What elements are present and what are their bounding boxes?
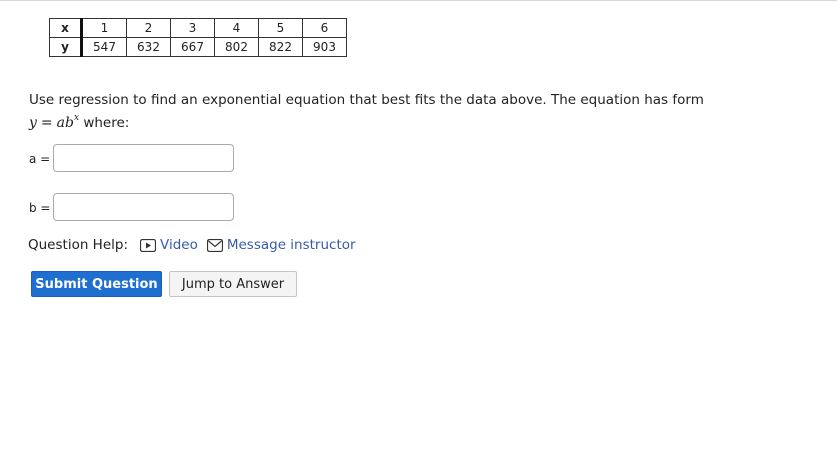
- a-input[interactable]: [53, 144, 234, 172]
- table-cell: 6: [302, 18, 347, 38]
- row-header-y: y: [49, 37, 83, 57]
- question-help-label: Question Help:: [28, 237, 128, 253]
- table-cell: 802: [214, 37, 259, 57]
- eq-y: y: [29, 115, 37, 131]
- row-header-x: x: [49, 18, 83, 38]
- eq-equals: =: [40, 115, 53, 131]
- prompt-text: Use regression to find an exponential eq…: [29, 92, 704, 108]
- question-help: Question Help: Video Message instructor: [28, 237, 365, 253]
- b-label: b =: [29, 201, 51, 215]
- table-cell: 632: [126, 37, 171, 57]
- video-label: Video: [160, 237, 198, 253]
- prompt-equation-line: y = abx where:: [29, 109, 704, 132]
- play-icon: [140, 238, 156, 252]
- top-divider: [0, 0, 837, 1]
- equation: y = abx: [29, 113, 79, 131]
- table-cell: 1: [81, 18, 127, 38]
- question-prompt: Use regression to find an exponential eq…: [29, 91, 704, 132]
- submit-question-button[interactable]: Submit Question: [31, 271, 162, 297]
- eq-ab: ab: [56, 115, 74, 131]
- table-cell: 903: [302, 37, 347, 57]
- table-cell: 822: [258, 37, 303, 57]
- a-label: a =: [29, 152, 51, 166]
- table-row-y: y 547 632 667 802 822 903: [49, 37, 347, 57]
- table-cell: 3: [170, 18, 215, 38]
- message-instructor-link[interactable]: Message instructor: [206, 237, 356, 253]
- table-cell: 2: [126, 18, 171, 38]
- message-instructor-label: Message instructor: [226, 237, 356, 253]
- prompt-where: where:: [79, 115, 130, 131]
- envelope-icon: [206, 238, 223, 252]
- table-row-x: x 1 2 3 4 5 6: [49, 18, 347, 38]
- table-cell: 547: [81, 37, 127, 57]
- jump-to-answer-button[interactable]: Jump to Answer: [169, 271, 297, 297]
- table-cell: 667: [170, 37, 215, 57]
- b-input[interactable]: [53, 193, 234, 221]
- table-cell: 4: [214, 18, 259, 38]
- data-table: x 1 2 3 4 5 6 y 547 632 667 802 822 903: [49, 18, 347, 57]
- video-link[interactable]: Video: [140, 237, 198, 253]
- table-cell: 5: [258, 18, 303, 38]
